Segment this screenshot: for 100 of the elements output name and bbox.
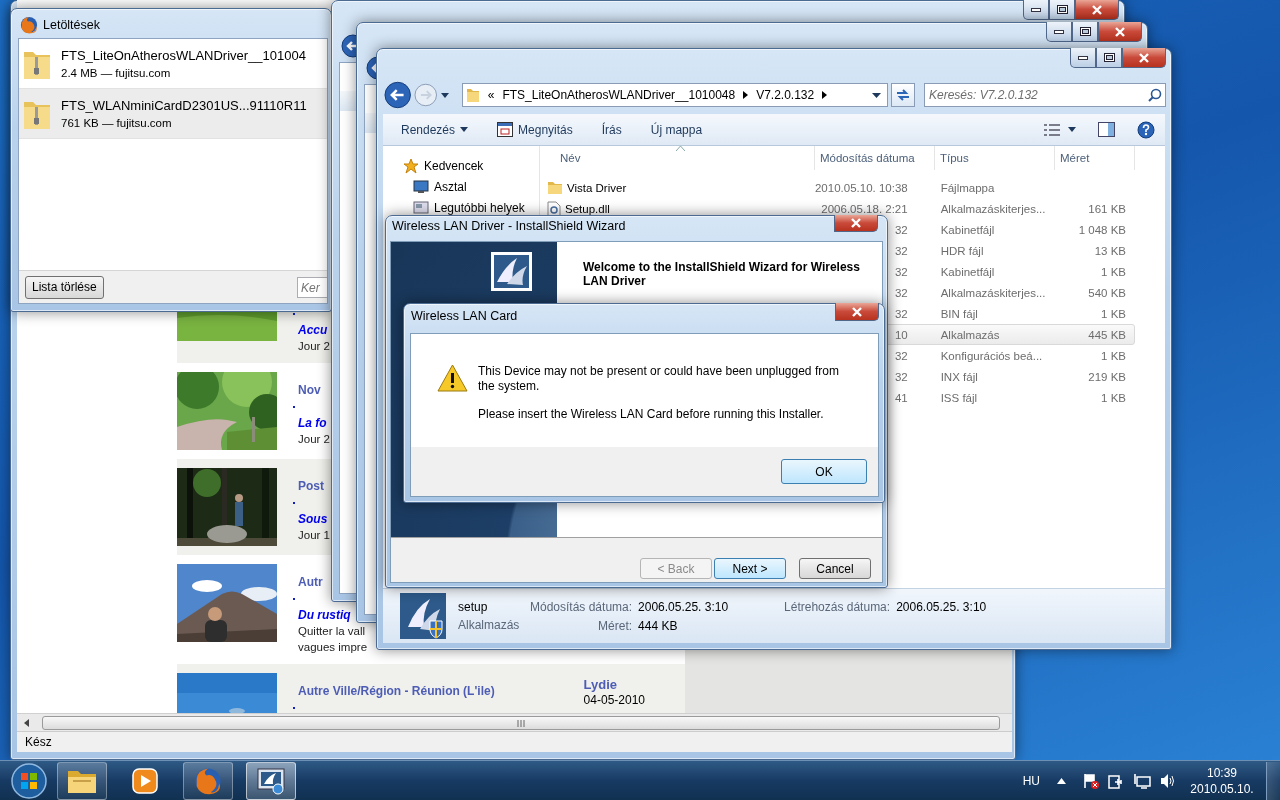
post-category-link[interactable]: Post — [298, 478, 324, 494]
close-button[interactable] — [1075, 0, 1119, 20]
flag-icon[interactable] — [1083, 773, 1099, 789]
download-item[interactable]: FTS_WLANminiCardD2301US...91110R11 761 KB — fujitsu.com — [19, 89, 327, 139]
show-desktop-button[interactable] — [1266, 761, 1280, 800]
minimize-icon — [1054, 29, 1064, 34]
view-options-button[interactable] — [1044, 123, 1076, 136]
network-icon[interactable] — [1133, 773, 1151, 789]
toolbar-button[interactable]: Megnyitás — [489, 122, 581, 137]
detail-label: Méret: — [597, 618, 633, 633]
file-type: Alkalmazás — [458, 618, 518, 632]
back-button[interactable] — [384, 81, 412, 109]
post-category-link[interactable]: Autre Ville/Région - Réunion (L'ile) — [298, 683, 495, 699]
post-category-link[interactable]: Autr — [298, 574, 323, 590]
minimize-button[interactable] — [1046, 22, 1072, 42]
close-icon — [850, 218, 862, 228]
clear-list-button[interactable]: Lista törlése — [25, 275, 104, 299]
breadcrumb[interactable]: V7.2.0.132 — [756, 88, 815, 102]
column-header[interactable]: Típus — [935, 146, 1055, 170]
taskbar-button[interactable] — [57, 762, 107, 800]
wizard-button[interactable]: Cancel — [799, 558, 871, 579]
close-button[interactable] — [835, 303, 879, 321]
caret-icon — [1068, 127, 1076, 132]
file-date: 32 — [894, 370, 908, 383]
chevron-icon[interactable] — [743, 91, 749, 99]
file-type: Alkalmazáskiterjes... — [940, 286, 1046, 299]
column-header[interactable]: Módosítás dátuma — [815, 146, 935, 170]
post-text: vagues impre — [298, 640, 368, 655]
start-button[interactable] — [9, 762, 49, 800]
refresh-button[interactable] — [891, 83, 915, 107]
scrollbar-thumb[interactable] — [42, 716, 1000, 730]
close-button[interactable] — [1122, 48, 1166, 68]
chevron-icon[interactable] — [822, 91, 828, 99]
help-icon[interactable] — [1137, 120, 1155, 139]
preview-pane-icon[interactable] — [1098, 122, 1115, 137]
folder-icon — [465, 87, 480, 103]
show-hidden-icons-button[interactable] — [1057, 778, 1066, 784]
breadcrumb[interactable]: FTS_LiteOnAtherosWLANDriver__1010048 — [502, 88, 736, 102]
column-header[interactable]: Méret — [1055, 146, 1135, 170]
file-row[interactable]: Vista Driver 2010.05.10. 10:38 Fájlmappa — [540, 177, 1135, 198]
post-title-link[interactable]: Accu — [298, 323, 328, 338]
detail-label: Módosítás dátuma: — [530, 599, 633, 614]
folder-icon — [547, 180, 563, 195]
toolbar-button[interactable]: Írás — [593, 122, 630, 137]
message-text: Please insert the Wireless LAN Card before running this Installer. — [478, 407, 825, 422]
file-size: 1 KB — [1101, 265, 1126, 278]
maximize-button[interactable] — [1096, 48, 1122, 68]
ok-button[interactable]: OK — [781, 459, 867, 484]
file-size: 161 KB — [1088, 202, 1126, 215]
close-button[interactable] — [834, 215, 878, 232]
maximize-button[interactable] — [1049, 0, 1075, 20]
left-arrow-icon — [23, 718, 29, 727]
nav-item[interactable]: Kedvencek — [383, 155, 539, 176]
file-date: 32 — [894, 265, 908, 278]
post-category-link[interactable]: Nov — [298, 382, 321, 398]
globe-icon — [194, 767, 222, 795]
post-date: 04-05-2010 — [583, 693, 645, 707]
taskbar-button[interactable] — [246, 762, 296, 800]
file-size: 1 KB — [1101, 349, 1126, 362]
close-button[interactable] — [1098, 22, 1142, 42]
close-icon — [851, 306, 863, 317]
maximize-icon — [1103, 53, 1115, 62]
organize-menu-button[interactable]: Rendezés — [393, 122, 477, 137]
address-bar[interactable]: « FTS_LiteOnAtherosWLANDriver__1010048 V7.2.0.132 — [461, 83, 889, 107]
post-title-link[interactable]: Sous — [298, 512, 328, 527]
minimize-button[interactable] — [1023, 0, 1049, 20]
toolbar-button[interactable]: Új mappa — [642, 122, 711, 137]
column-header[interactable]: Név — [540, 146, 815, 170]
warning-icon — [437, 364, 468, 392]
nav-item[interactable]: Asztal — [383, 176, 539, 197]
breadcrumb[interactable]: « — [487, 88, 495, 102]
dropdown-caret-icon[interactable] — [872, 92, 882, 98]
wizard-button[interactable]: Next > — [714, 558, 786, 579]
bullet-mark — [293, 502, 295, 504]
maximize-button[interactable] — [1072, 22, 1098, 42]
language-indicator[interactable]: HU — [1022, 774, 1040, 788]
post-title-link[interactable]: La fo — [298, 416, 327, 431]
back-arrow-icon[interactable] — [341, 34, 356, 58]
close-icon — [1138, 52, 1150, 63]
detail-value: 2006.05.25. 3:10 — [896, 599, 987, 614]
volume-icon[interactable] — [1160, 773, 1176, 789]
minimize-button[interactable] — [1070, 48, 1096, 68]
file-size: 540 KB — [1088, 286, 1126, 299]
author-link[interactable]: Lydie — [583, 677, 645, 693]
file-type: INX fájl — [940, 370, 978, 383]
history-caret-icon[interactable] — [440, 92, 449, 98]
nav-item[interactable]: Legutóbbi helyek — [383, 197, 539, 218]
power-plug-icon[interactable] — [1108, 773, 1124, 789]
file-date: 2006.05.18. 2:21 — [821, 202, 908, 215]
file-type: Kabinetfájl — [940, 265, 995, 278]
file-type: Kabinetfájl — [940, 223, 995, 236]
file-row[interactable]: Setup.dll 2006.05.18. 2:21 Alkalmazáskiterjes... 161 KB — [540, 198, 1135, 219]
clock-date: 2010.05.10. — [1190, 781, 1254, 797]
post-title-link[interactable]: Du rustiq — [298, 608, 351, 623]
file-type: BIN fájl — [940, 307, 978, 320]
file-type: Konfigurációs beá... — [940, 349, 1043, 362]
search-field[interactable]: Ker — [297, 277, 327, 298]
horizontal-scrollbar[interactable] — [17, 713, 1012, 731]
clock[interactable]: 10:39 2010.05.10. — [1193, 765, 1251, 797]
file-type: HDR fájl — [940, 244, 984, 257]
